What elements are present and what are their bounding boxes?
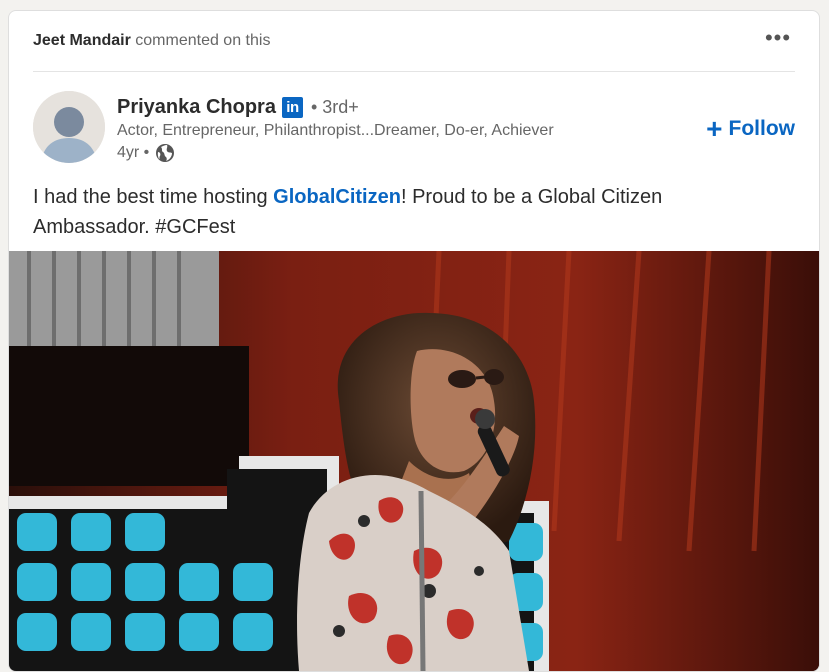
connection-degree: • 3rd+	[310, 96, 359, 117]
author-info: Priyanka Chopra in • 3rd+ Actor, Entrepr…	[117, 94, 799, 163]
post-text: I had the best time hosting GlobalCitize…	[33, 182, 733, 242]
author-headline: Actor, Entrepreneur, Philanthropist...Dr…	[117, 122, 554, 139]
avatar-placeholder-icon	[33, 91, 105, 163]
feed-post-card: Jeet Mandair commented on this ••• Priya…	[8, 10, 820, 672]
post-meta: 4yr •	[117, 143, 799, 163]
concert-photo	[9, 251, 819, 671]
author-name[interactable]: Priyanka Chopra	[117, 96, 276, 119]
plus-icon: +	[706, 113, 723, 144]
author-avatar[interactable]	[33, 91, 105, 163]
mention-link[interactable]: GlobalCitizen	[273, 186, 401, 208]
follow-label: Follow	[728, 117, 796, 140]
post-text-before: I had the best time hosting	[33, 186, 274, 208]
context-actor-name[interactable]: Jeet Mandair	[33, 32, 131, 49]
post-context-header: Jeet Mandair commented on this •••	[33, 11, 795, 72]
globe-icon	[156, 144, 175, 162]
author-name-row: Priyanka Chopra in • 3rd+	[117, 94, 799, 120]
follow-button[interactable]: + Follow	[706, 114, 795, 144]
context-action: commented on this	[135, 32, 271, 49]
linkedin-influencer-icon: in	[281, 96, 303, 118]
post-image[interactable]	[9, 251, 819, 671]
more-options-button[interactable]: •••	[761, 27, 795, 51]
context-text: Jeet Mandair commented on this	[33, 32, 270, 50]
post-time: 4yr •	[117, 144, 150, 161]
